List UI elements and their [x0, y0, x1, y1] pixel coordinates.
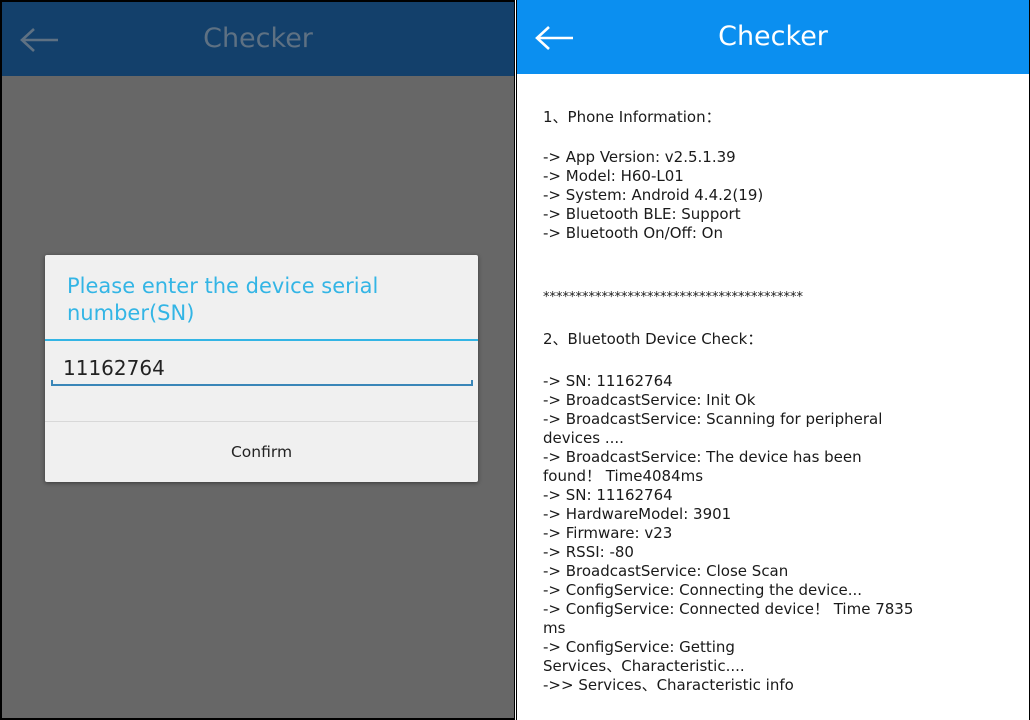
- app-title: Checker: [718, 21, 828, 52]
- confirm-button[interactable]: Confirm: [45, 422, 478, 482]
- dialog-title: Please enter the device serial number(SN…: [67, 274, 379, 325]
- log-line: -> HardwareModel: 3901: [543, 505, 732, 523]
- log-line: -> Firmware: v23: [543, 524, 673, 542]
- log-line: ->> Services、Characteristic info: [543, 676, 794, 694]
- log-line: -> ConfigService: Getting: [543, 638, 735, 656]
- log-line: -> ConfigService: Connected device！ Time…: [543, 600, 914, 618]
- input-underline: [51, 380, 473, 386]
- log-line: -> Model: H60-L01: [543, 167, 684, 185]
- log-line: -> Bluetooth On/Off: On: [543, 224, 723, 242]
- log-line: found！ Time4084ms: [543, 467, 704, 485]
- log-line: -> Bluetooth BLE: Support: [543, 205, 741, 223]
- section1-heading: 1、Phone Information：: [543, 108, 721, 126]
- log-line: -> ConfigService: Connecting the device.…: [543, 581, 863, 599]
- check-log-area[interactable]: 1、Phone Information： -> App Version: v2.…: [517, 74, 1029, 720]
- app-bar: Checker: [517, 0, 1029, 74]
- log-line: -> BroadcastService: Close Scan: [543, 562, 789, 580]
- dialog-title-divider: [45, 339, 478, 341]
- log-line: -> BroadcastService: Scanning for periph…: [543, 410, 883, 428]
- right-screen: Checker 1、Phone Information： -> App Vers…: [516, 0, 1030, 720]
- log-line: -> BroadcastService: Init Ok: [543, 391, 756, 409]
- log-line: Services、Characteristic....: [543, 657, 745, 675]
- app-bar: Checker: [2, 2, 514, 76]
- log-line: -> SN: 11162764: [543, 372, 673, 390]
- bluetooth-check-list: -> SN: 11162764 -> BroadcastService: Ini…: [543, 372, 1003, 695]
- serial-number-dialog: Please enter the device serial number(SN…: [45, 255, 478, 482]
- section2-heading: 2、Bluetooth Device Check：: [543, 330, 763, 348]
- left-screen: Checker Please enter the device serial n…: [0, 0, 515, 720]
- app-title: Checker: [203, 23, 313, 54]
- log-line: -> BroadcastService: The device has been: [543, 448, 862, 466]
- separator-line: ****************************************: [543, 290, 803, 305]
- phone-info-list: -> App Version: v2.5.1.39 -> Model: H60-…: [543, 148, 1003, 243]
- log-line: devices ....: [543, 429, 624, 447]
- serial-number-input[interactable]: [51, 351, 471, 385]
- log-line: ms: [543, 619, 566, 637]
- log-line: -> App Version: v2.5.1.39: [543, 148, 736, 166]
- log-line: -> System: Android 4.4.2(19): [543, 186, 764, 204]
- log-line: -> SN: 11162764: [543, 486, 673, 504]
- log-line: -> RSSI: -80: [543, 543, 634, 561]
